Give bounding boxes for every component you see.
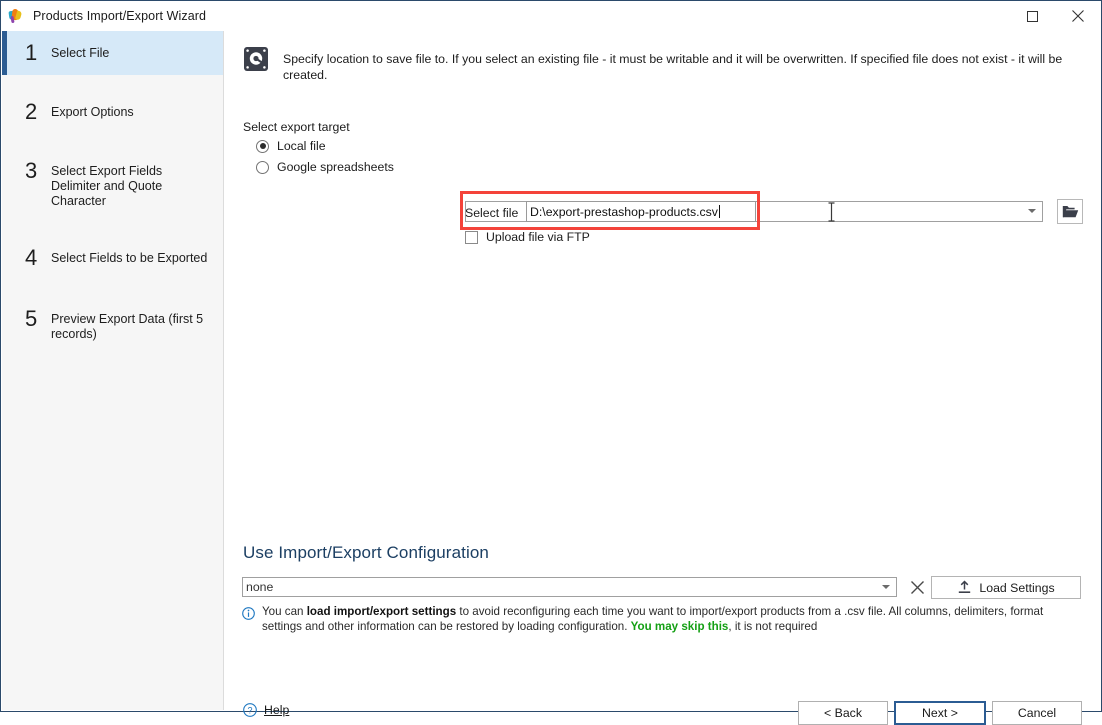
- sidebar-step-5[interactable]: 5 Preview Export Data (first 5 records): [2, 297, 223, 354]
- upload-ftp-label: Upload file via FTP: [486, 230, 590, 244]
- close-button[interactable]: [1055, 1, 1101, 31]
- maximize-button[interactable]: [1009, 1, 1055, 31]
- info-part-3: , it is not required: [728, 619, 818, 633]
- info-part-1: You can: [262, 605, 307, 618]
- radio-label: Local file: [277, 139, 326, 153]
- radio-label: Google spreadsheets: [277, 160, 394, 174]
- chevron-down-icon[interactable]: [1028, 209, 1036, 213]
- step-label: Export Options: [51, 105, 134, 119]
- radio-button[interactable]: [256, 160, 269, 174]
- config-combobox[interactable]: none: [242, 577, 897, 597]
- step-number: 3: [25, 158, 38, 183]
- cancel-button[interactable]: Cancel: [992, 701, 1082, 725]
- window-title: Products Import/Export Wizard: [33, 9, 207, 23]
- radio-local-file[interactable]: Local file: [256, 139, 326, 153]
- step-label: Select File: [51, 46, 110, 60]
- window-controls: [1009, 1, 1101, 31]
- sidebar-step-1[interactable]: 1 Select File: [2, 31, 223, 75]
- title-bar: Products Import/Export Wizard: [1, 1, 1101, 31]
- next-button-label: Next >: [922, 706, 958, 720]
- back-button-label: < Back: [824, 706, 862, 720]
- config-info-text: You can load import/export settings to a…: [262, 605, 1084, 634]
- upload-ftp-row[interactable]: Upload file via FTP: [465, 230, 590, 244]
- export-target-label: Select export target: [243, 120, 350, 134]
- mouse-ibeam-cursor: [827, 202, 836, 222]
- close-x-icon: [911, 580, 924, 594]
- radio-google-spreadsheets[interactable]: Google spreadsheets: [256, 160, 394, 174]
- upload-icon: [959, 580, 971, 593]
- sidebar-step-2[interactable]: 2 Export Options: [2, 90, 223, 134]
- instruction-text: Specify location to save file to. If you…: [283, 52, 1063, 82]
- select-file-value: D:\export-prestashop-products.csv: [530, 204, 718, 219]
- step-number: 4: [25, 245, 38, 270]
- config-combobox-value: none: [246, 580, 274, 594]
- select-file-input[interactable]: D:\export-prestashop-products.csv: [526, 201, 756, 222]
- info-bold-1: load import/export settings: [306, 605, 457, 618]
- cancel-button-label: Cancel: [1017, 706, 1057, 720]
- butterfly-icon: [8, 8, 24, 24]
- open-folder-icon: [1062, 206, 1078, 218]
- step-number: 2: [25, 99, 38, 124]
- select-file-label: Select file: [465, 206, 519, 220]
- clear-config-button[interactable]: [906, 575, 929, 599]
- step-label: Select Fields to be Exported: [51, 251, 208, 265]
- info-icon: [242, 607, 255, 623]
- info-green: You may skip this: [630, 619, 729, 633]
- config-info-row: You can load import/export settings to a…: [242, 605, 1084, 634]
- step-label: Select Export Fields Delimiter and Quote…: [51, 164, 163, 208]
- sidebar-step-4[interactable]: 4 Select Fields to be Exported: [2, 236, 223, 280]
- step-number: 1: [25, 40, 38, 65]
- load-settings-button[interactable]: Load Settings: [931, 576, 1081, 599]
- svg-text:?: ?: [247, 705, 252, 715]
- next-button[interactable]: Next >: [894, 701, 986, 725]
- hard-disk-icon: [243, 46, 269, 72]
- browse-file-button[interactable]: [1057, 199, 1083, 224]
- upload-ftp-checkbox[interactable]: [465, 230, 478, 244]
- radio-button[interactable]: [256, 139, 269, 153]
- help-circle-icon: ?: [243, 703, 257, 717]
- step-number: 5: [25, 306, 38, 331]
- help-link[interactable]: ? Help: [243, 703, 289, 717]
- step-label: Preview Export Data (first 5 records): [51, 312, 204, 341]
- main-pane: Specify location to save file to. If you…: [224, 31, 1100, 725]
- wizard-window: Products Import/Export Wizard 1 Select F…: [0, 0, 1102, 725]
- help-label: Help: [264, 703, 290, 717]
- load-settings-label: Load Settings: [979, 580, 1055, 595]
- sidebar-step-3[interactable]: 3 Select Export Fields Delimiter and Quo…: [2, 149, 223, 221]
- back-button[interactable]: < Back: [798, 701, 888, 725]
- wizard-steps-sidebar: 1 Select File 2 Export Options 3 Select …: [2, 31, 224, 710]
- chevron-down-icon[interactable]: [882, 585, 890, 589]
- instruction-row: Specify location to save file to. If you…: [243, 45, 1084, 83]
- config-section-title: Use Import/Export Configuration: [243, 543, 489, 562]
- text-caret: [718, 205, 720, 218]
